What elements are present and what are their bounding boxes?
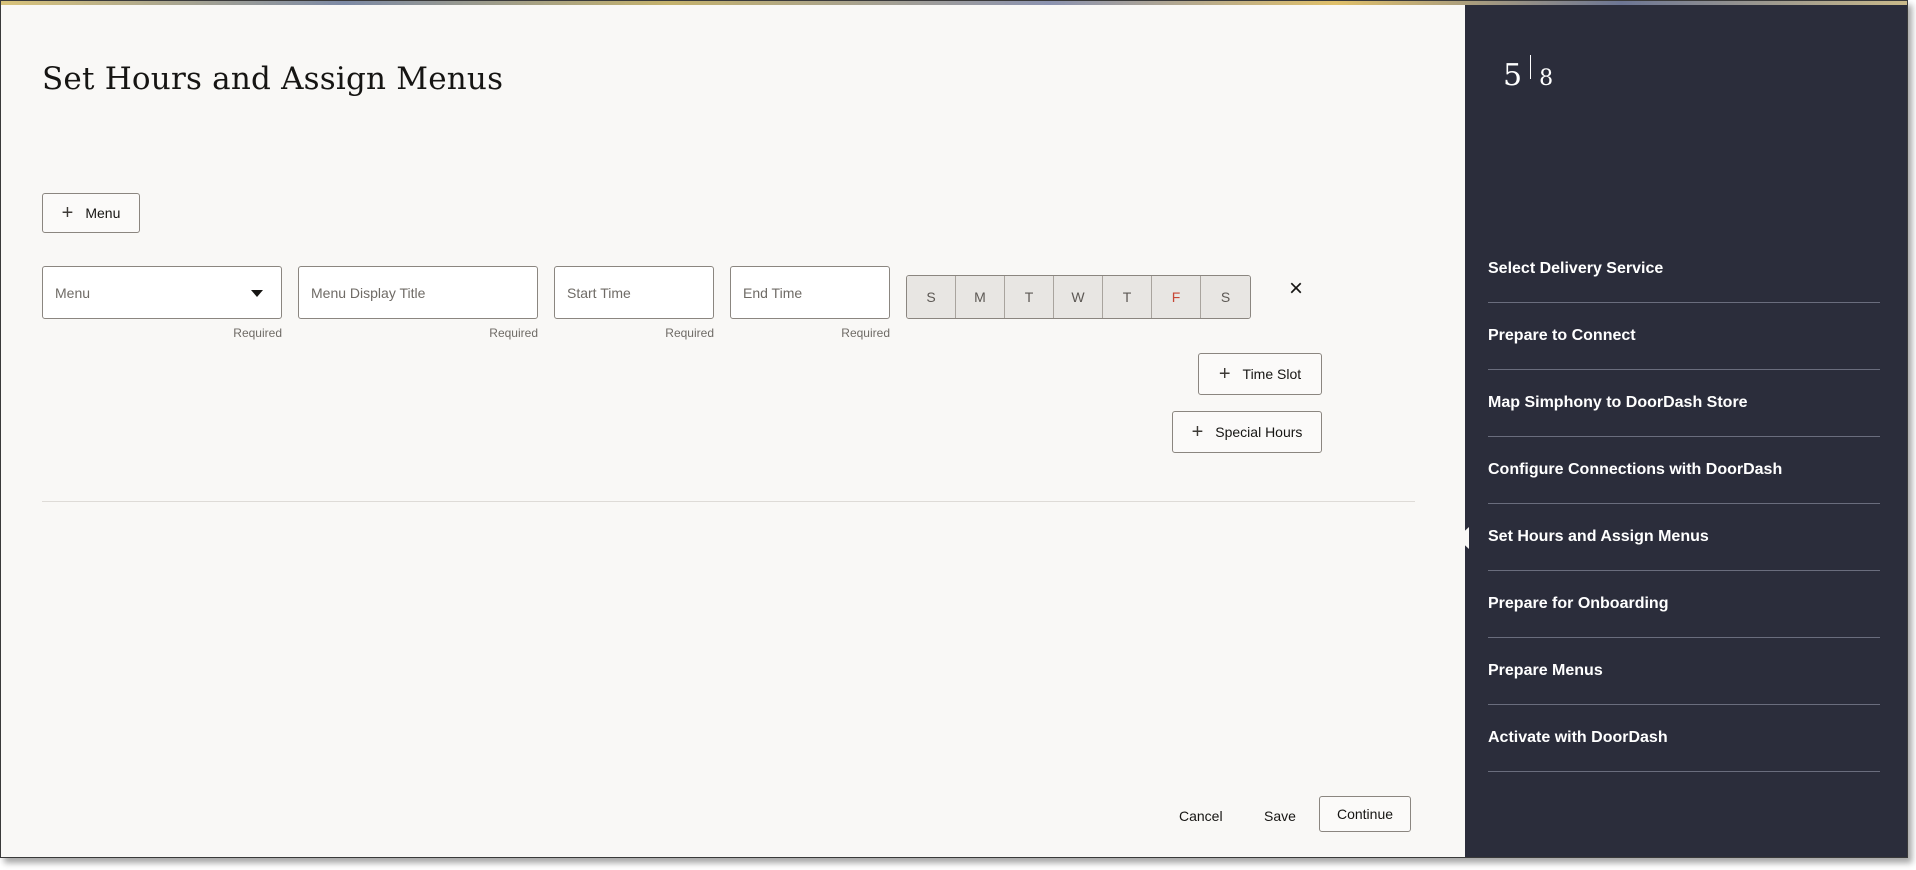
- day-of-week-selector: S M T W T F S: [906, 275, 1251, 319]
- day-thursday[interactable]: T: [1103, 276, 1152, 318]
- menu-display-title-placeholder: Menu Display Title: [311, 284, 426, 301]
- day-wednesday[interactable]: W: [1054, 276, 1103, 318]
- add-time-slot-button[interactable]: + Time Slot: [1198, 353, 1322, 395]
- step-configure-connections-with-doordash[interactable]: Configure Connections with DoorDash: [1488, 437, 1880, 504]
- end-time-input[interactable]: End Time: [730, 266, 890, 319]
- cancel-button[interactable]: Cancel: [1179, 808, 1223, 824]
- caret-down-icon: [251, 290, 263, 297]
- progress-sidebar: 58 Select Delivery Service Prepare to Co…: [1457, 5, 1907, 857]
- end-time-helper: Required: [841, 326, 890, 340]
- step-map-simphony-to-doordash-store[interactable]: Map Simphony to DoorDash Store: [1488, 370, 1880, 437]
- menu-display-title-input[interactable]: Menu Display Title: [298, 266, 538, 319]
- step-prepare-for-onboarding[interactable]: Prepare for Onboarding: [1488, 571, 1880, 638]
- main-panel: Set Hours and Assign Menus + Menu Menu R…: [1, 5, 1465, 857]
- menu-select-placeholder: Menu: [55, 284, 91, 301]
- day-monday[interactable]: M: [956, 276, 1005, 318]
- continue-button[interactable]: Continue: [1319, 796, 1411, 832]
- start-time-placeholder: Start Time: [567, 284, 631, 301]
- step-activate-with-doordash[interactable]: Activate with DoorDash: [1488, 705, 1880, 772]
- step-prepare-menus[interactable]: Prepare Menus: [1488, 638, 1880, 705]
- step-counter: 58: [1503, 55, 1553, 93]
- add-special-hours-button[interactable]: + Special Hours: [1172, 411, 1322, 453]
- add-menu-label: Menu: [85, 205, 121, 221]
- plus-icon: +: [1218, 363, 1231, 385]
- menu-select-helper: Required: [233, 326, 282, 340]
- counter-separator: [1530, 55, 1532, 79]
- current-step-number: 5: [1503, 58, 1523, 93]
- menu-select[interactable]: Menu: [42, 266, 282, 319]
- section-divider: [42, 501, 1415, 502]
- day-tuesday[interactable]: T: [1005, 276, 1054, 318]
- continue-label: Continue: [1336, 806, 1394, 822]
- start-time-input[interactable]: Start Time: [554, 266, 714, 319]
- plus-icon: +: [61, 202, 74, 224]
- day-sunday[interactable]: S: [907, 276, 956, 318]
- step-prepare-to-connect[interactable]: Prepare to Connect: [1488, 303, 1880, 370]
- add-menu-button[interactable]: + Menu: [42, 193, 140, 233]
- app-window: Set Hours and Assign Menus + Menu Menu R…: [0, 0, 1908, 858]
- remove-row-close-icon[interactable]: ×: [1284, 277, 1308, 301]
- end-time-placeholder: End Time: [743, 284, 803, 301]
- time-slot-label: Time Slot: [1242, 366, 1302, 382]
- menu-display-title-helper: Required: [489, 326, 538, 340]
- step-select-delivery-service[interactable]: Select Delivery Service: [1488, 236, 1880, 303]
- page-title: Set Hours and Assign Menus: [42, 61, 504, 97]
- day-friday[interactable]: F: [1152, 276, 1201, 318]
- total-steps-number: 8: [1539, 66, 1554, 91]
- plus-icon: +: [1191, 421, 1204, 443]
- step-list: Select Delivery Service Prepare to Conne…: [1457, 236, 1880, 772]
- start-time-helper: Required: [665, 326, 714, 340]
- step-set-hours-and-assign-menus[interactable]: Set Hours and Assign Menus: [1457, 504, 1880, 571]
- day-saturday[interactable]: S: [1201, 276, 1250, 318]
- save-button[interactable]: Save: [1264, 808, 1296, 824]
- special-hours-label: Special Hours: [1215, 424, 1303, 440]
